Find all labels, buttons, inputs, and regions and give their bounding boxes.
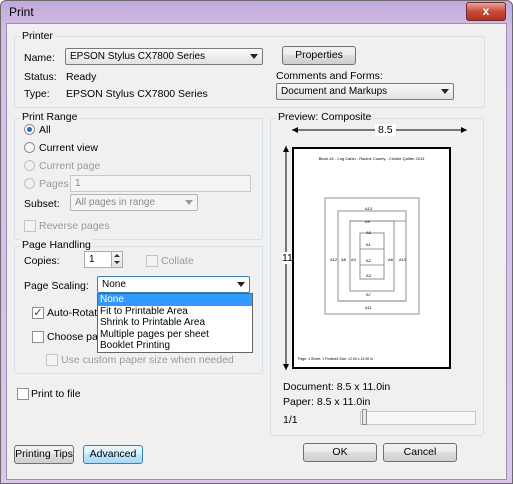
properties-button[interactable]: Properties (282, 46, 356, 65)
block-label-a12: A12 (330, 257, 338, 262)
printer-group-label: Printer (20, 30, 55, 42)
block-label-a3: A3 (366, 273, 371, 278)
status-label: Status: (24, 71, 57, 83)
collate-checkbox[interactable] (146, 255, 158, 267)
choose-paper-checkbox[interactable] (32, 331, 44, 343)
block-label-a5: A5 (366, 230, 371, 235)
auto-rotate-checkbox[interactable]: ✓ (32, 307, 44, 319)
page-scaling-dropdown[interactable]: None Fit to Printable Area Shrink to Pri… (97, 293, 253, 353)
pages-label: Pages (39, 178, 69, 190)
document-size: Document: 8.5 x 11.0in (283, 381, 391, 393)
pages-input[interactable]: 1 (70, 175, 251, 192)
scaling-option-booklet[interactable]: Booklet Printing (98, 340, 252, 352)
block-label-a2: A2 (366, 258, 371, 263)
print-to-file-label: Print to file (31, 388, 81, 400)
advanced-button[interactable]: Advanced (83, 445, 143, 464)
page-counter: 1/1 (283, 414, 298, 426)
paper-size: Paper: 8.5 x 11.0in (283, 396, 371, 408)
print-range-group-label: Print Range (20, 111, 80, 123)
page-handling-group-label: Page Handling (20, 239, 93, 251)
subset-value: All pages in range (75, 197, 156, 208)
collate-label: Collate (161, 255, 194, 267)
preview-page-title: Block #1 - Log Cabin - Racine County - C… (318, 156, 425, 161)
copies-label: Copies: (24, 255, 60, 267)
scaling-option-multiple[interactable]: Multiple pages per sheet (98, 329, 252, 341)
comments-forms-select[interactable]: Document and Markups (276, 83, 454, 100)
scaling-option-fit[interactable]: Fit to Printable Area (98, 306, 252, 318)
type-label: Type: (24, 88, 50, 100)
type-value: EPSON Stylus CX7800 Series (66, 88, 208, 100)
title-bar: Print x (1, 1, 512, 23)
page-slider-thumb[interactable] (362, 409, 367, 425)
preview-page-footer: Page: 1 Sheet: 1 Finished Size: 12.00 x … (298, 357, 373, 361)
page-scaling-label: Page Scaling: (24, 280, 89, 292)
chevron-down-icon[interactable] (114, 261, 120, 264)
chevron-down-icon (441, 89, 449, 94)
copies-spinner[interactable] (111, 251, 123, 268)
auto-rotate-label: Auto-Rotate (47, 307, 104, 319)
preview-label: Preview: Composite (276, 111, 374, 123)
block-label-a13: A13 (365, 206, 373, 211)
status-value: Ready (66, 71, 97, 83)
cancel-button[interactable]: Cancel (383, 443, 457, 462)
custom-paper-label: Use custom paper size when needed (61, 354, 234, 366)
reverse-pages-label: Reverse pages (39, 220, 110, 232)
chevron-up-icon[interactable] (114, 254, 120, 257)
block-label-a10: A10 (399, 257, 407, 262)
current-page-radio[interactable] (24, 160, 35, 171)
reverse-pages-checkbox[interactable] (24, 220, 36, 232)
current-view-radio[interactable] (24, 142, 35, 153)
preview-page: Block #1 - Log Cabin - Racine County - C… (292, 147, 451, 369)
block-label-a7: A7 (366, 292, 371, 297)
comments-forms-value: Document and Markups (281, 86, 388, 97)
scaling-option-none[interactable]: None (98, 294, 252, 306)
print-to-file-checkbox[interactable] (17, 388, 29, 400)
block-label-a9: A9 (365, 219, 370, 224)
all-label: All (39, 124, 51, 136)
printer-name-value: EPSON Stylus CX7800 Series (70, 51, 206, 62)
block-label-a4: A4 (351, 257, 356, 262)
all-radio[interactable] (24, 124, 35, 135)
window-title: Print (9, 5, 34, 19)
block-label-a6: A6 (388, 257, 393, 262)
page-scaling-value: None (102, 279, 126, 290)
scaling-option-shrink[interactable]: Shrink to Printable Area (98, 317, 252, 329)
width-dimension: 8.5 (375, 124, 396, 136)
copies-input[interactable]: 1 (84, 251, 112, 268)
custom-paper-checkbox[interactable] (46, 354, 58, 366)
pages-radio[interactable] (24, 178, 35, 189)
close-icon: x (482, 4, 490, 18)
printer-name-label: Name: (24, 52, 55, 64)
log-cabin-block (324, 197, 420, 315)
chevron-down-icon (250, 54, 258, 59)
subset-label: Subset: (24, 198, 60, 210)
printer-name-select[interactable]: EPSON Stylus CX7800 Series (65, 48, 263, 65)
subset-select[interactable]: All pages in range (70, 194, 198, 211)
block-label-a8: A8 (341, 257, 346, 262)
page-scaling-select[interactable]: None (97, 276, 250, 293)
ok-button[interactable]: OK (303, 443, 377, 462)
block-label-a11: A11 (365, 305, 372, 310)
chevron-down-icon (185, 200, 193, 205)
block-label-a1: A1 (366, 242, 371, 247)
current-page-label: Current page (39, 160, 101, 172)
current-view-label: Current view (39, 142, 98, 154)
comments-forms-label: Comments and Forms: (276, 70, 383, 82)
chevron-down-icon (237, 282, 245, 287)
page-slider-track[interactable] (360, 411, 476, 425)
close-button[interactable]: x (466, 2, 506, 21)
printing-tips-button[interactable]: Printing Tips (14, 445, 74, 464)
